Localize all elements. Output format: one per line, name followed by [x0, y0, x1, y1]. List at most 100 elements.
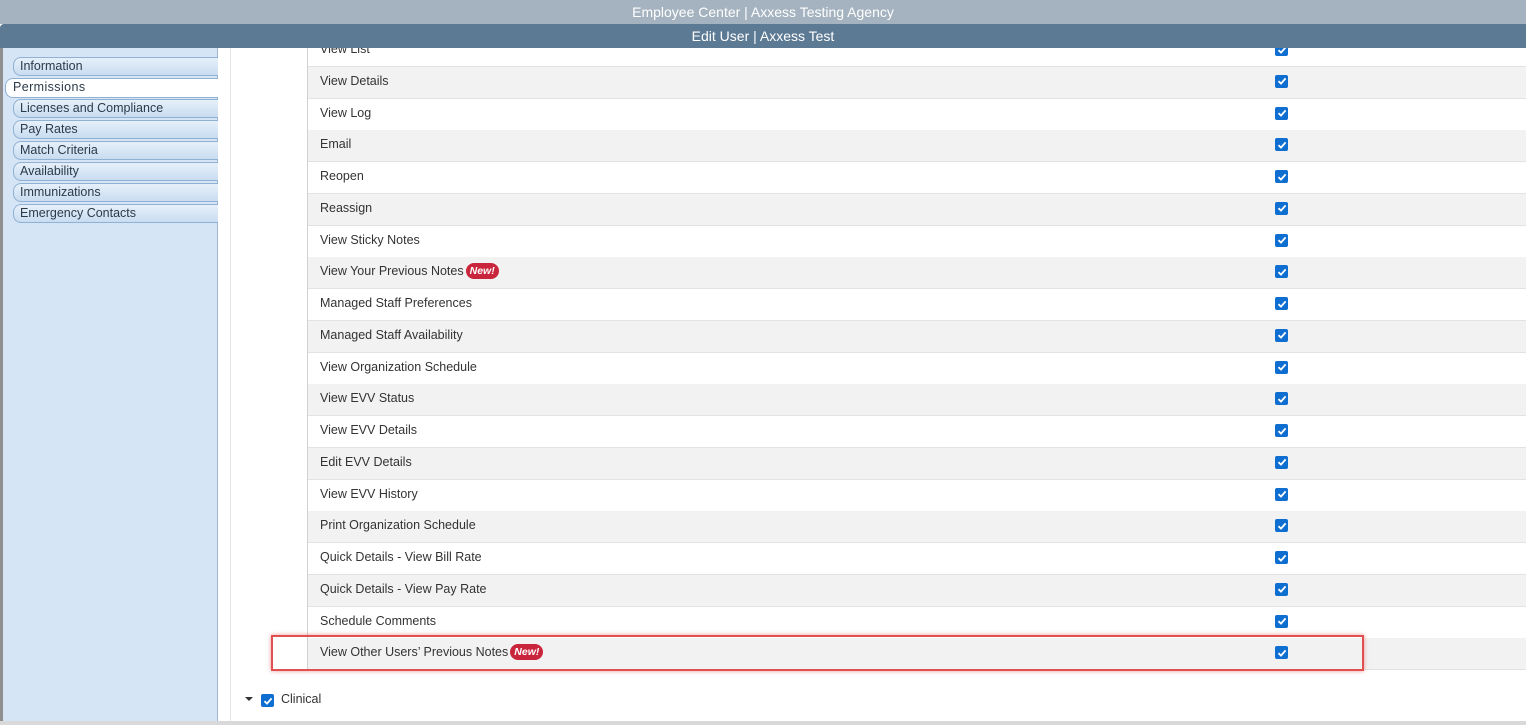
permission-label-text: View EVV Status — [320, 391, 415, 406]
sidebar-item-information[interactable]: Information — [13, 57, 220, 76]
permission-label-text: View Organization Schedule — [320, 359, 477, 374]
sidebar-item-emergency-contacts[interactable]: Emergency Contacts — [13, 204, 220, 223]
checkmark-icon — [1277, 395, 1286, 403]
sidebar-item-pay-rates[interactable]: Pay Rates — [13, 120, 220, 139]
permission-label-text: Quick Details - View Pay Rate — [320, 581, 487, 596]
permission-checkbox[interactable] — [1275, 48, 1288, 56]
permission-label: View EVV Status — [320, 384, 414, 412]
permission-label: View List — [320, 48, 370, 63]
sidebar: Information Permissions Licenses and Com… — [3, 48, 221, 725]
permissions-table: View List View Details View Log Email Reopen… — [307, 48, 1526, 671]
checkmark-icon — [1277, 205, 1286, 213]
chevron-down-icon[interactable] — [244, 694, 254, 704]
bottom-bar — [0, 721, 1526, 725]
permission-row: Edit EVV Details — [308, 447, 1526, 480]
section-clinical-label: Clinical — [281, 692, 322, 706]
permission-label: View Organization Schedule — [320, 353, 477, 381]
permission-row: Managed Staff Availability — [308, 320, 1526, 353]
edit-user-header: Edit User | Axxess Test — [0, 24, 1526, 48]
checkmark-icon — [1277, 363, 1286, 371]
permission-row: Email — [308, 130, 1526, 163]
permission-checkbox[interactable] — [1275, 360, 1288, 374]
sidebar-item-permissions[interactable]: Permissions — [5, 78, 221, 98]
permission-label: Managed Staff Preferences — [320, 289, 472, 317]
permission-checkbox[interactable] — [1275, 424, 1288, 437]
permission-checkbox[interactable] — [1275, 582, 1288, 596]
permission-checkbox[interactable] — [1275, 138, 1288, 152]
permission-label: Quick Details - View Pay Rate — [320, 575, 487, 603]
permission-checkbox[interactable] — [1275, 614, 1288, 628]
permission-label-text: View Sticky Notes — [320, 232, 420, 247]
checkmark-icon — [1277, 48, 1286, 54]
permission-checkbox[interactable] — [1275, 297, 1288, 310]
permission-checkbox[interactable] — [1275, 455, 1288, 469]
permission-checkbox[interactable] — [1275, 551, 1288, 564]
permission-checkbox[interactable] — [1275, 233, 1288, 247]
permission-label: View EVV Details — [320, 416, 417, 444]
sidebar-item-availability[interactable]: Availability — [13, 162, 220, 181]
sidebar-item-match-criteria[interactable]: Match Criteria — [13, 141, 220, 160]
permission-row: View Log — [308, 99, 1526, 131]
checkmark-icon — [1277, 332, 1286, 340]
permission-row: View EVV History — [308, 480, 1526, 512]
permission-row: Quick Details - View Pay Rate — [308, 574, 1526, 607]
permission-checkbox[interactable] — [1275, 519, 1288, 533]
permission-row: View List — [308, 48, 1526, 67]
checkmark-icon — [263, 697, 272, 705]
permission-label: Email — [320, 130, 351, 158]
permission-row: View Your Previous Notes New! — [308, 257, 1526, 290]
checkmark-icon — [1277, 554, 1286, 562]
permission-row: View Sticky Notes — [308, 226, 1526, 258]
permission-checkbox[interactable] — [1275, 106, 1288, 120]
permissions-content: View List View Details View Log Email Reopen… — [218, 48, 1526, 725]
permission-label-text: Email — [320, 137, 352, 152]
checkmark-icon — [1277, 78, 1286, 86]
permission-row: Managed Staff Preferences — [308, 289, 1526, 321]
permission-checkbox[interactable] — [1275, 328, 1288, 342]
permission-row: View EVV Status — [308, 384, 1526, 417]
permission-label: Quick Details - View Bill Rate — [320, 543, 482, 571]
content-divider — [230, 48, 231, 725]
permission-label-text: View List — [320, 48, 370, 56]
permission-label-text: Schedule Comments — [320, 613, 437, 628]
permission-label: View EVV History — [320, 480, 418, 508]
permission-checkbox[interactable] — [1275, 392, 1288, 406]
permission-row: View Details — [308, 66, 1526, 99]
permission-label: View Log — [320, 99, 371, 127]
permission-label: View Your Previous Notes New! — [320, 257, 499, 285]
permission-checkbox[interactable] — [1275, 201, 1288, 215]
permission-label: Reopen — [320, 162, 364, 190]
permission-label-text: View Your Previous Notes — [320, 264, 464, 279]
permission-label-text: Managed Staff Preferences — [320, 296, 472, 310]
permission-label-text: Reassign — [320, 200, 373, 215]
permission-label: Edit EVV Details — [320, 448, 412, 476]
checkmark-icon — [1277, 490, 1286, 498]
new-badge: New! — [465, 263, 499, 280]
permission-label-text: Print Organization Schedule — [320, 518, 476, 533]
highlight-annotation — [271, 635, 1364, 671]
permission-label: Schedule Comments — [320, 607, 436, 635]
sidebar-item-licenses-and-compliance[interactable]: Licenses and Compliance — [13, 99, 220, 118]
checkmark-icon — [1277, 427, 1286, 435]
permission-label-text: View EVV Details — [320, 423, 418, 437]
permission-label: Managed Staff Availability — [320, 321, 463, 349]
checkmark-icon — [1277, 617, 1286, 625]
permission-row: Schedule Comments — [308, 607, 1526, 639]
checkmark-icon — [1277, 141, 1286, 149]
permission-checkbox[interactable] — [1275, 74, 1288, 88]
permission-label-text: Quick Details - View Bill Rate — [320, 550, 482, 564]
permission-label-text: Edit EVV Details — [320, 454, 412, 469]
permission-label: View Details — [320, 67, 389, 95]
permission-row: Print Organization Schedule — [308, 511, 1526, 544]
sidebar-item-immunizations[interactable]: Immunizations — [13, 183, 220, 202]
permission-row: View EVV Details — [308, 416, 1526, 448]
permission-checkbox[interactable] — [1275, 170, 1288, 183]
permission-label-text: View Details — [320, 73, 389, 88]
permission-checkbox[interactable] — [1275, 265, 1288, 279]
checkmark-icon — [1277, 300, 1286, 308]
permission-label-text: Reopen — [320, 169, 364, 183]
clinical-checkbox[interactable] — [261, 694, 274, 707]
permission-label: Reassign — [320, 194, 372, 222]
checkmark-icon — [1277, 173, 1286, 181]
permission-checkbox[interactable] — [1275, 487, 1288, 501]
